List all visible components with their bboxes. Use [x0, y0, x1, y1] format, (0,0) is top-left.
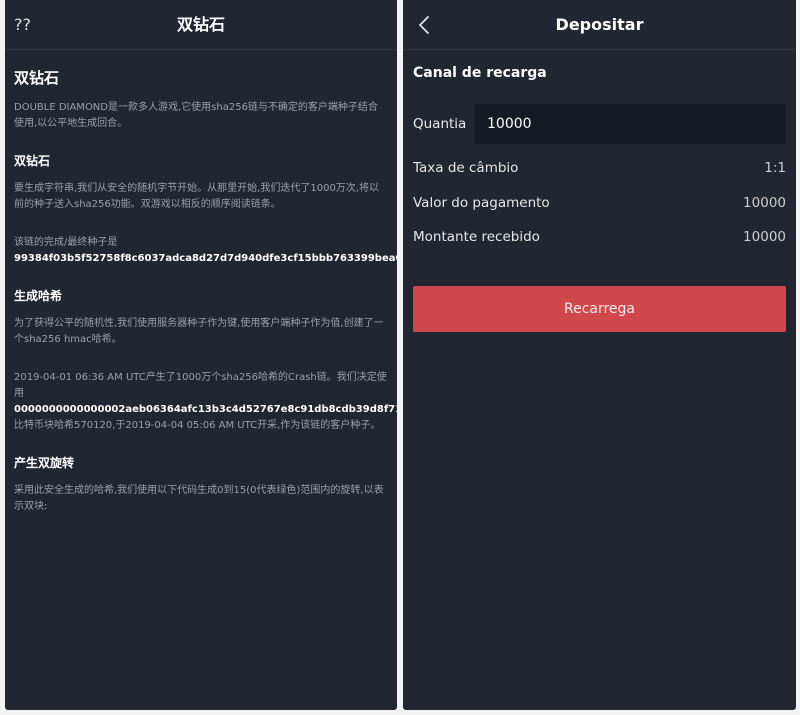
section-title-spin: 产生双旋转	[14, 456, 75, 470]
exchange-rate-value: 1:1	[764, 160, 786, 176]
section-text-diamond: 要生成字符串,我们从安全的随机字节开始。从那里开始,我们迭代了1000万次,将以…	[14, 183, 379, 210]
rules-intro: DOUBLE DIAMOND是一款多人游戏,它使用sha256链与不确定的客户端…	[14, 102, 378, 129]
amount-label: Quantia	[413, 116, 467, 132]
crash-text-pre: 2019-04-01 06:36 AM UTC产生了1000万个sha256哈希…	[14, 372, 387, 399]
payment-amount-row: Valor do pagamento 10000	[413, 186, 786, 221]
deposit-content: Canal de recarga Quantia Taxa de câmbio …	[403, 65, 796, 332]
rules-content: 双钻石 DOUBLE DIAMOND是一款多人游戏,它使用sha256链与不确定…	[5, 67, 397, 515]
summary-list: Taxa de câmbio 1:1 Valor do pagamento 10…	[413, 151, 786, 255]
payment-amount-value: 10000	[743, 194, 786, 211]
section-title-diamond: 双钻石	[14, 154, 51, 168]
received-amount-label: Montante recebido	[413, 229, 540, 245]
rules-panel: ?? 双钻石 双钻石 DOUBLE DIAMOND是一款多人游戏,它使用sha2…	[5, 0, 397, 710]
section-text-spin: 采用此安全生成的哈希,我们使用以下代码生成0到15(0代表绿色)范围内的旋转,以…	[14, 485, 384, 512]
final-seed-label: 该链的完成/最终种子是	[14, 237, 118, 248]
received-amount-value: 10000	[743, 229, 786, 245]
crash-chain-text: 2019-04-01 06:36 AM UTC产生了1000万个sha256哈希…	[14, 370, 397, 434]
exchange-rate-row: Taxa de câmbio 1:1	[413, 151, 786, 186]
page-title: 双钻石	[176, 15, 225, 34]
recharge-button[interactable]: Recarrega	[413, 285, 786, 332]
deposit-header: Depositar	[403, 0, 796, 50]
crash-hash-value: 0000000000000002aeb06364afc13b3c4d52767e…	[14, 404, 397, 415]
section-text-hash: 为了获得公平的随机性,我们使用服务器种子作为键,使用客户端种子作为值,创建了一个…	[14, 318, 384, 345]
recharge-channel-title: Canal de recarga	[413, 65, 547, 81]
rules-header: ?? 双钻石	[5, 0, 397, 50]
received-amount-row: Montante recebido 10000	[413, 220, 786, 255]
amount-row: Quantia	[413, 104, 786, 144]
page-title: Depositar	[555, 15, 644, 34]
final-seed-value: 99384f03b5f52758f8c6037adca8d27d7d940dfe…	[14, 253, 397, 264]
amount-input[interactable]	[475, 104, 786, 144]
rules-title: 双钻石	[14, 69, 60, 87]
exchange-rate-label: Taxa de câmbio	[413, 160, 519, 176]
deposit-panel: Depositar Canal de recarga Quantia Taxa …	[403, 0, 796, 710]
payment-amount-label: Valor do pagamento	[413, 194, 550, 211]
section-title-hash: 生成哈希	[14, 289, 63, 303]
